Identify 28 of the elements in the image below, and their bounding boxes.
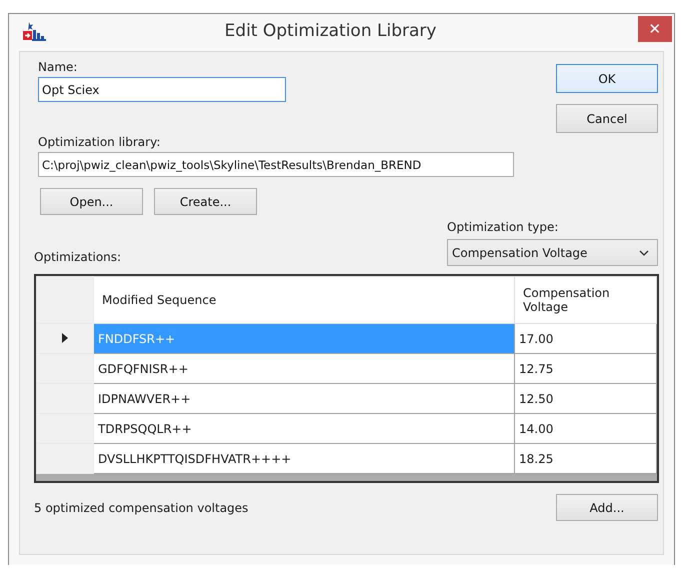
column-header[interactable]: Modified Sequence (94, 276, 514, 324)
ok-button[interactable]: OK (556, 64, 658, 93)
field-label: Name: (38, 60, 78, 74)
table-cell[interactable]: TDRPSQQLR++ (94, 414, 514, 444)
table-cell[interactable]: 17.00 (514, 324, 656, 354)
field-label: Optimization type: (447, 220, 560, 234)
table-cell[interactable]: GDFQFNISR++ (94, 354, 514, 384)
column-header[interactable]: Compensation Voltage (514, 276, 656, 324)
table-cell[interactable]: 12.50 (514, 384, 656, 414)
name-field[interactable]: Opt Sciex (38, 77, 286, 102)
table-cell[interactable]: DVSLLHKPTTQISDFHVATR++++ (94, 444, 514, 474)
grid-label: Optimizations: (34, 250, 122, 266)
close-button[interactable]: ✕ (638, 16, 672, 42)
chevron-icon (639, 250, 649, 256)
cancel-button[interactable]: Cancel (556, 104, 658, 133)
open-button[interactable]: Open... (40, 188, 143, 215)
create-button[interactable]: Create... (154, 188, 257, 215)
table-cell[interactable]: IDPNAWVER++ (94, 384, 514, 414)
add-button[interactable]: Add... (556, 494, 658, 521)
table-cell[interactable]: 12.75 (514, 354, 656, 384)
table-cell[interactable]: 14.00 (514, 414, 656, 444)
status-text: 5 optimized compensation voltages (34, 500, 248, 514)
path-field[interactable]: C:\proj\pwiz_clean\pwiz_tools\Skyline\TestResults\Brendan_BREND (38, 152, 514, 177)
type-dropdown[interactable]: Compensation Voltage (447, 239, 658, 266)
field-label: Optimization library: (38, 135, 160, 149)
window-title: Edit Optimization Library (224, 21, 438, 41)
table-cell[interactable]: 18.25 (514, 444, 656, 474)
app-icon (23, 20, 47, 42)
